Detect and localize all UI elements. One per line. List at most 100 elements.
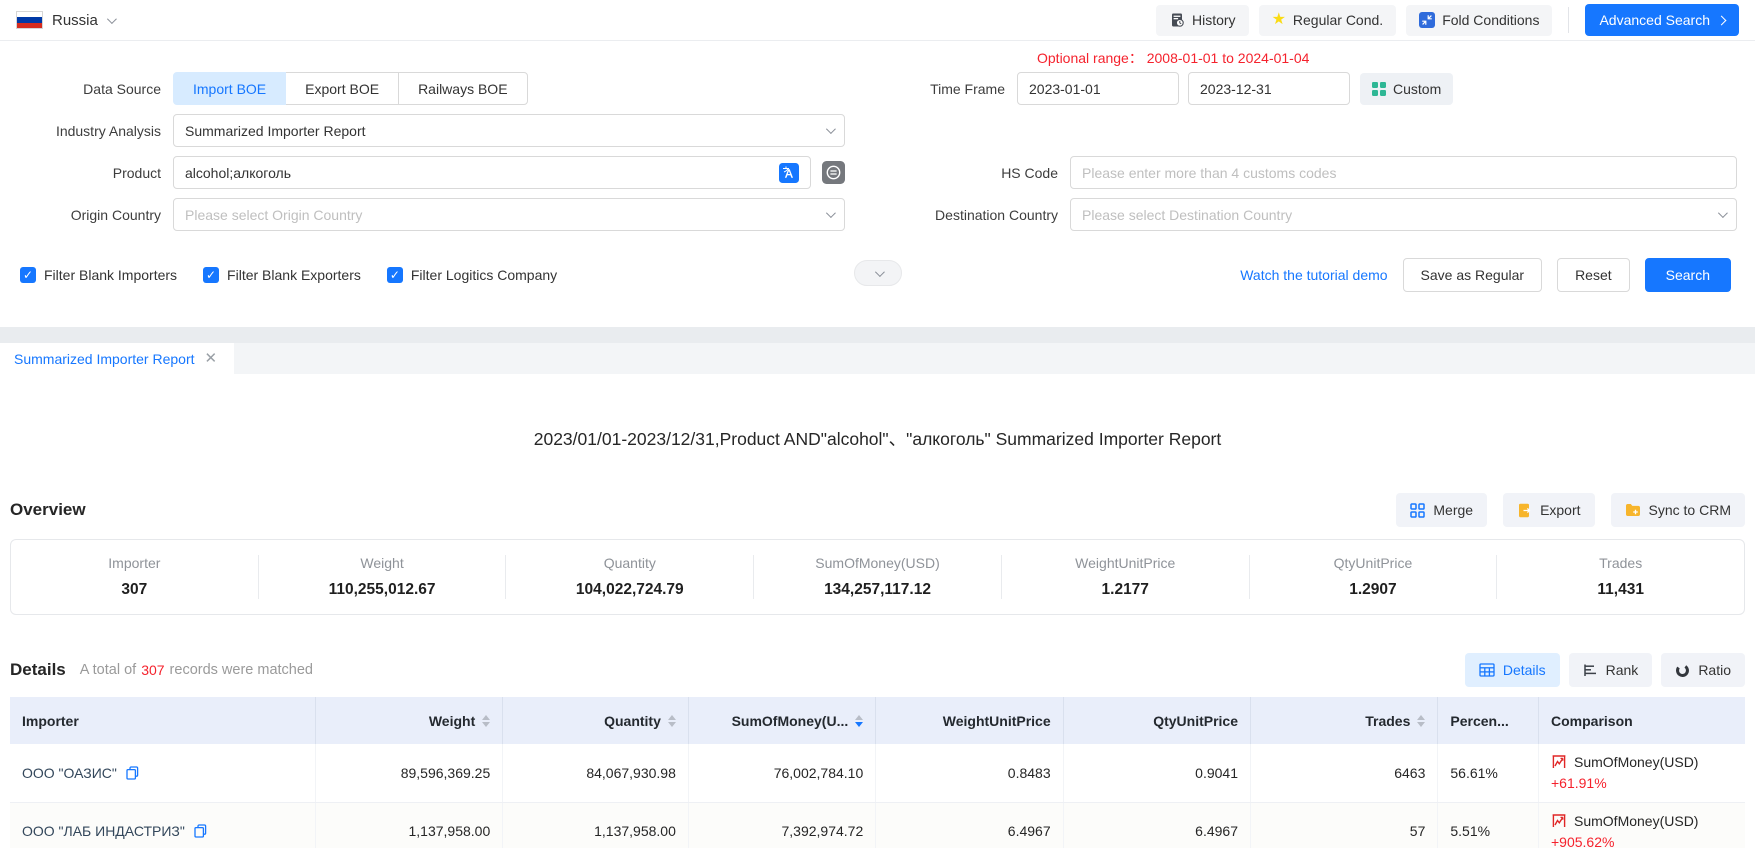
destination-country-label: Destination Country xyxy=(845,207,1070,223)
origin-country-select[interactable]: Please select Origin Country xyxy=(173,198,845,231)
start-date-value[interactable] xyxy=(1029,81,1210,97)
bar-chart-icon xyxy=(1583,663,1598,677)
match-text-suffix: records were matched xyxy=(170,662,313,678)
search-button[interactable]: Search xyxy=(1645,258,1731,292)
view-rank-button[interactable]: Rank xyxy=(1569,653,1653,687)
tab-summarized-importer-report[interactable]: Summarized Importer Report ✕ xyxy=(0,343,234,374)
merge-icon xyxy=(1410,503,1425,518)
translate-icon[interactable]: Ａ xyxy=(779,163,799,183)
origin-country-placeholder: Please select Origin Country xyxy=(185,207,818,223)
history-button[interactable]: History xyxy=(1156,5,1249,36)
industry-analysis-label: Industry Analysis xyxy=(12,123,173,139)
comparison-cell: SumOfMoney(USD) +905.62% xyxy=(1539,802,1746,848)
table-row: ООО "ЛАБ ИНДАСТРИЗ" 1,137,958.00 1,137,9… xyxy=(10,802,1745,848)
view-details-button[interactable]: Details xyxy=(1465,653,1560,687)
stat-label: Quantity xyxy=(506,555,753,571)
filter-blank-exporters-checkbox[interactable]: ✓ Filter Blank Exporters xyxy=(203,267,361,283)
industry-analysis-value: Summarized Importer Report xyxy=(185,123,818,139)
fold-conditions-button[interactable]: Fold Conditions xyxy=(1406,5,1552,36)
data-source-tabs: Import BOE Export BOE Railways BOE xyxy=(173,72,845,105)
country-selector[interactable]: Russia xyxy=(16,11,114,29)
synonym-icon[interactable] xyxy=(822,161,845,184)
percent-cell: 5.51% xyxy=(1438,802,1539,848)
filter-logitics-company-checkbox[interactable]: ✓ Filter Logitics Company xyxy=(387,267,557,283)
sort-icon[interactable] xyxy=(1417,715,1425,727)
tab-railways-boe[interactable]: Railways BOE xyxy=(398,72,527,105)
report-area: 2023/01/01-2023/12/31,Product AND"alcoho… xyxy=(0,426,1755,848)
history-icon xyxy=(1169,12,1185,28)
stat-value: 1.2907 xyxy=(1250,581,1497,599)
custom-range-button[interactable]: Custom xyxy=(1360,73,1453,105)
advanced-search-label: Advanced Search xyxy=(1599,12,1710,28)
save-as-regular-button[interactable]: Save as Regular xyxy=(1403,258,1543,292)
quantity-cell: 1,137,958.00 xyxy=(503,802,689,848)
col-sum-of-money[interactable]: SumOfMoney(U... xyxy=(688,697,875,744)
report-title: 2023/01/01-2023/12/31,Product AND"alcoho… xyxy=(0,426,1755,451)
importer-name[interactable]: ООО "ОАЗИС" xyxy=(22,765,117,781)
industry-analysis-select[interactable]: Summarized Importer Report xyxy=(173,114,845,147)
importer-name[interactable]: ООО "ЛАБ ИНДАСТРИЗ" xyxy=(22,823,185,839)
time-frame-label: Time Frame xyxy=(845,81,1017,97)
close-icon[interactable]: ✕ xyxy=(205,351,218,366)
reset-button[interactable]: Reset xyxy=(1557,258,1630,292)
tab-import-boe[interactable]: Import BOE xyxy=(173,72,286,105)
destination-country-placeholder: Please select Destination Country xyxy=(1082,207,1710,223)
star-icon: ★ xyxy=(1272,12,1286,28)
filter-logitics-company-label: Filter Logitics Company xyxy=(411,267,557,283)
stat-weight: Weight 110,255,012.67 xyxy=(258,555,506,599)
end-date-input[interactable] xyxy=(1188,72,1350,105)
product-input[interactable]: Ａ xyxy=(173,156,811,189)
filter-blank-importers-checkbox[interactable]: ✓ Filter Blank Importers xyxy=(20,267,177,283)
hs-code-input[interactable] xyxy=(1070,156,1737,189)
stat-trades: Trades 11,431 xyxy=(1496,555,1744,599)
chevron-down-icon xyxy=(107,14,117,24)
stat-label: Trades xyxy=(1497,555,1744,571)
search-form: Optional range： 2008-01-01 to 2024-01-04… xyxy=(0,41,1755,306)
table-icon xyxy=(1479,663,1495,677)
sort-icon[interactable] xyxy=(668,715,676,727)
sum-of-money-cell: 7,392,974.72 xyxy=(688,802,875,848)
stat-value: 134,257,117.12 xyxy=(754,581,1001,599)
importer-cell: ООО "ОАЗИС" xyxy=(10,744,315,802)
stat-qty-unit-price: QtyUnitPrice 1.2907 xyxy=(1249,555,1497,599)
hs-code-value[interactable] xyxy=(1082,165,1725,181)
stat-value: 110,255,012.67 xyxy=(259,581,506,599)
col-weight[interactable]: Weight xyxy=(315,697,502,744)
trend-chart-icon xyxy=(1551,814,1567,828)
copy-icon[interactable] xyxy=(194,824,207,838)
sort-icon-active-desc[interactable] xyxy=(855,715,863,727)
sync-to-crm-button[interactable]: Sync to CRM xyxy=(1611,493,1745,527)
trades-cell: 6463 xyxy=(1251,744,1438,802)
advanced-search-button[interactable]: Advanced Search xyxy=(1585,4,1739,36)
stat-value: 1.2177 xyxy=(1002,581,1249,599)
col-percent: Percen... xyxy=(1438,697,1539,744)
chevron-down-icon xyxy=(1718,208,1728,218)
regular-cond-button[interactable]: ★ Regular Cond. xyxy=(1259,5,1397,36)
stat-importer: Importer 307 xyxy=(11,555,258,599)
product-value[interactable] xyxy=(185,165,771,181)
fold-conditions-label: Fold Conditions xyxy=(1442,12,1539,28)
copy-icon[interactable] xyxy=(126,766,139,780)
start-date-input[interactable] xyxy=(1017,72,1179,105)
stat-label: SumOfMoney(USD) xyxy=(754,555,1001,571)
col-quantity[interactable]: Quantity xyxy=(503,697,689,744)
col-qty-unit-price: QtyUnitPrice xyxy=(1063,697,1250,744)
chevron-down-icon xyxy=(826,124,836,134)
tutorial-link[interactable]: Watch the tutorial demo xyxy=(1240,267,1387,283)
donut-chart-icon xyxy=(1675,663,1690,678)
stat-weight-unit-price: WeightUnitPrice 1.2177 xyxy=(1001,555,1249,599)
tab-export-boe[interactable]: Export BOE xyxy=(285,72,399,105)
col-trades[interactable]: Trades xyxy=(1251,697,1438,744)
end-date-value[interactable] xyxy=(1200,81,1381,97)
merge-button[interactable]: Merge xyxy=(1396,493,1487,527)
collapse-form-button[interactable] xyxy=(854,260,902,286)
weight-unit-price-cell: 0.8483 xyxy=(876,744,1063,802)
stat-quantity: Quantity 104,022,724.79 xyxy=(505,555,753,599)
view-ratio-button[interactable]: Ratio xyxy=(1661,653,1745,687)
table-header-row: Importer Weight Quantity SumOfMoney(U...… xyxy=(10,697,1745,744)
destination-country-select[interactable]: Please select Destination Country xyxy=(1070,198,1737,231)
sort-icon[interactable] xyxy=(482,715,490,727)
table-row: ООО "ОАЗИС" 89,596,369.25 84,067,930.98 … xyxy=(10,744,1745,802)
export-button[interactable]: Export xyxy=(1503,493,1594,527)
filter-blank-importers-label: Filter Blank Importers xyxy=(44,267,177,283)
